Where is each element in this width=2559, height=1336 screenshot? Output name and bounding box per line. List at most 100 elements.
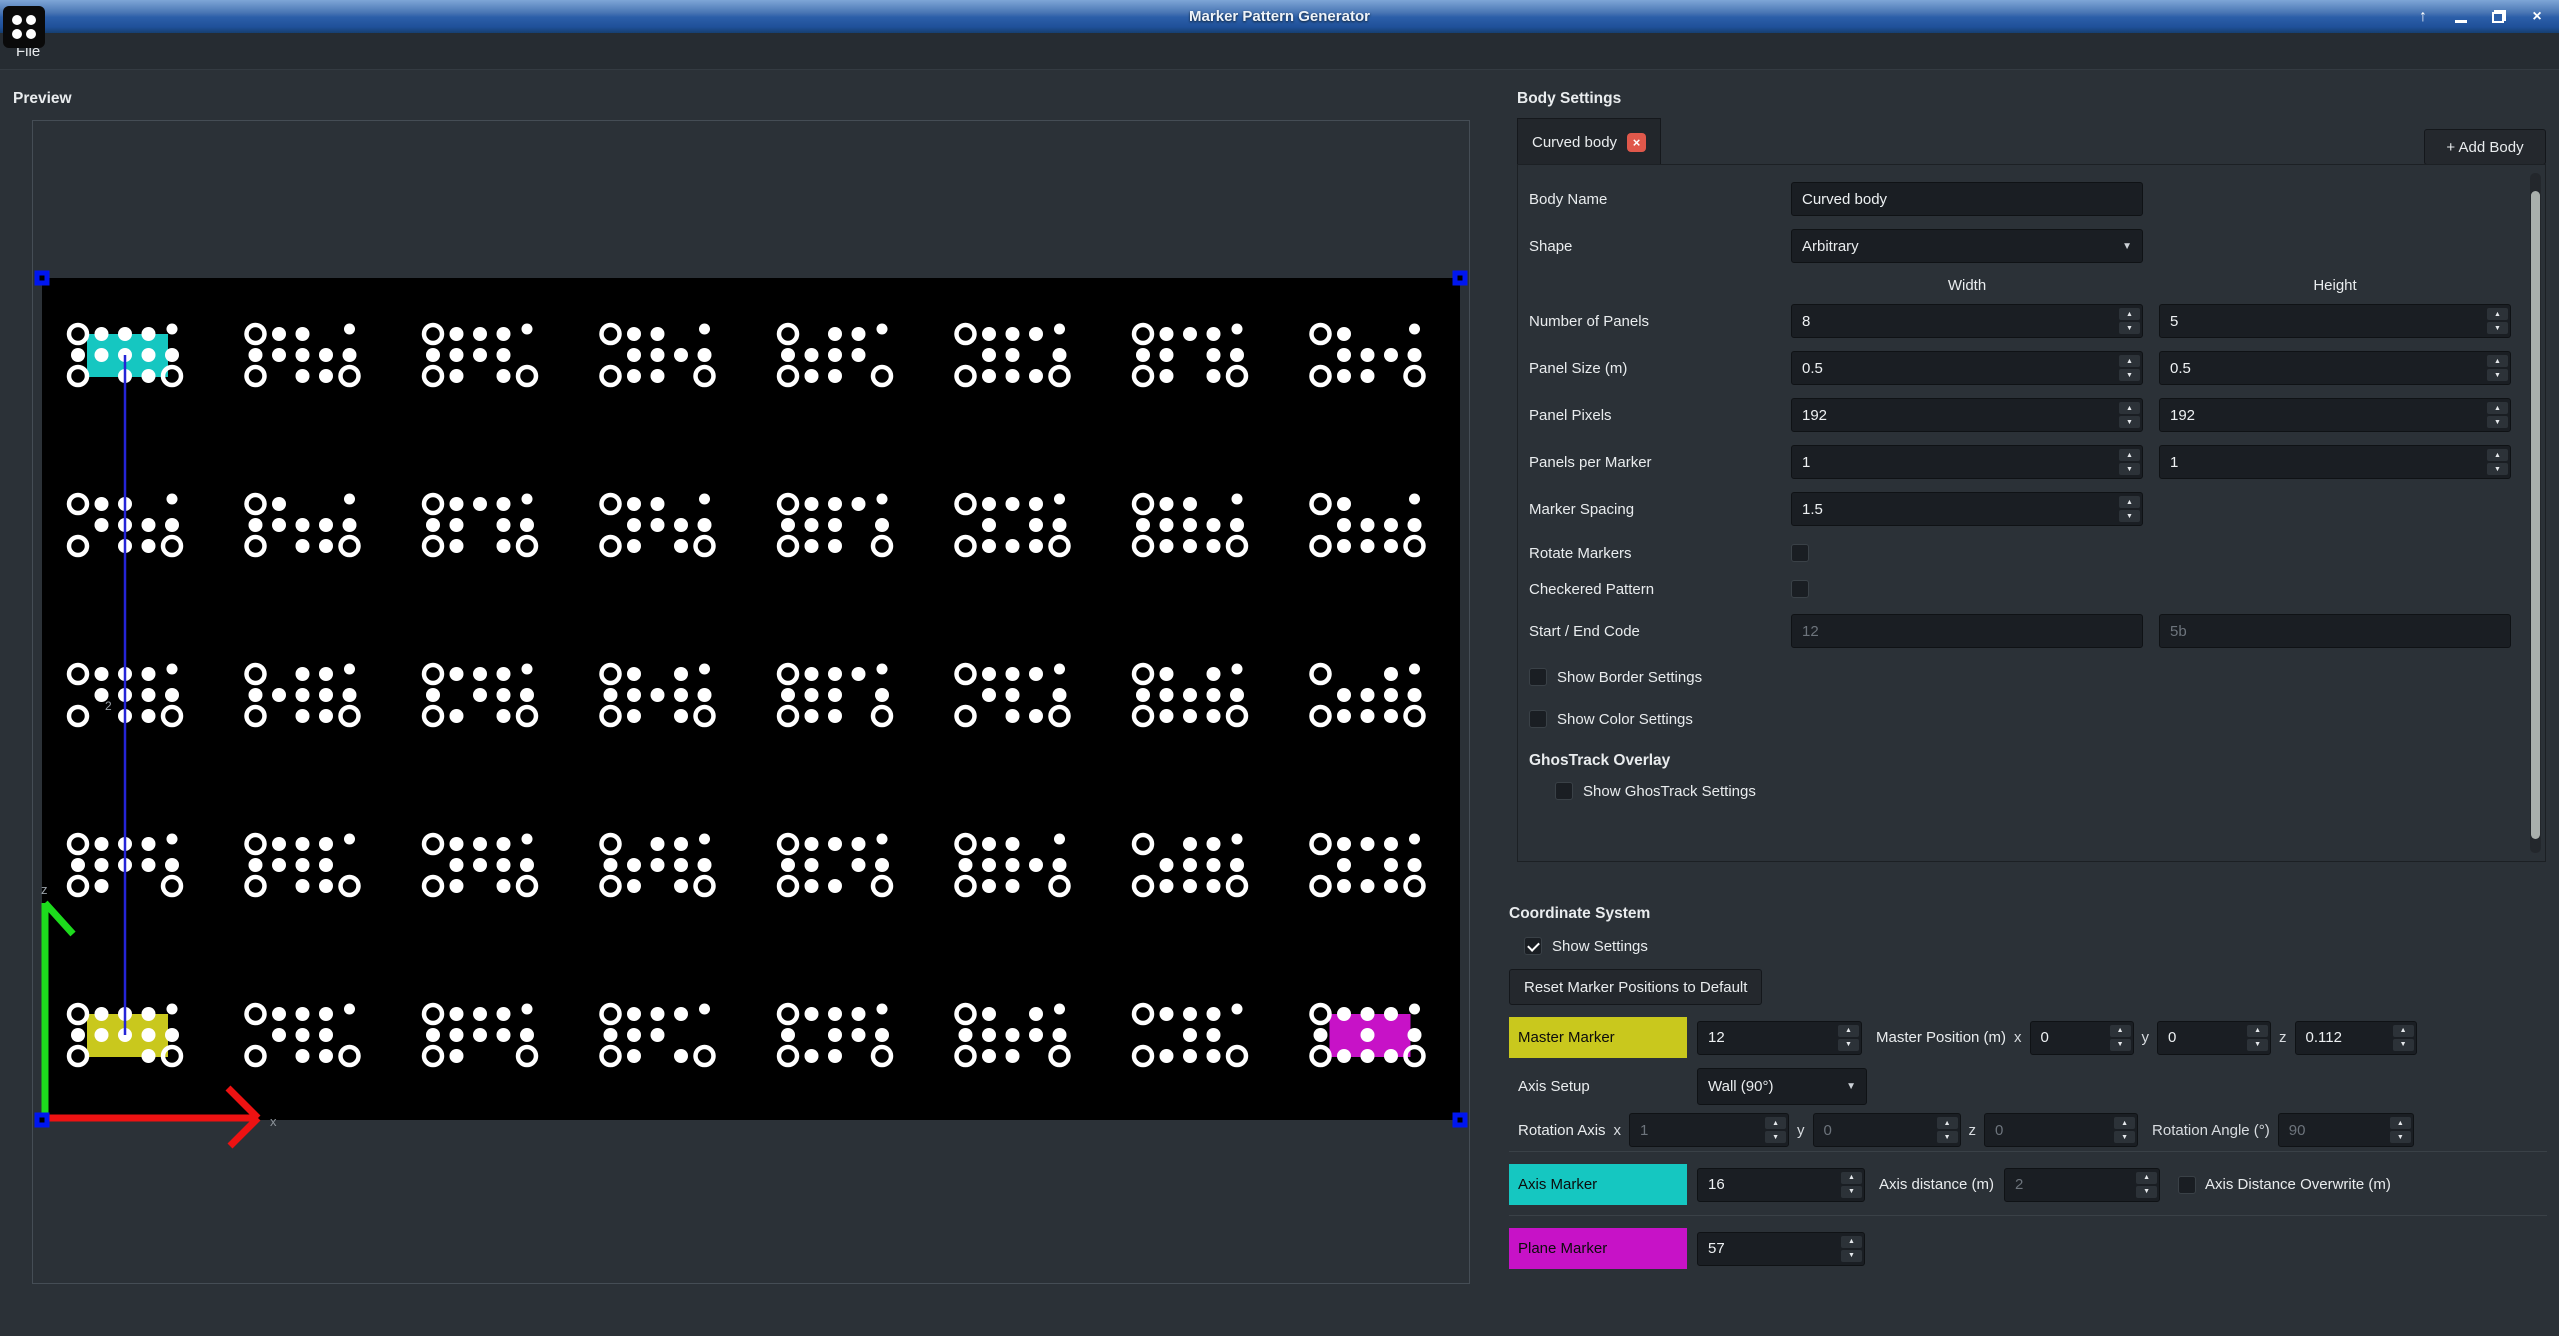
start-code-input[interactable]: 12 xyxy=(1791,614,2143,648)
marker-dot xyxy=(1160,709,1174,723)
plane-marker-id-stepper[interactable]: 57▲▼ xyxy=(1697,1232,1865,1266)
spin-down-button[interactable]: ▼ xyxy=(2487,416,2508,428)
panels-per-marker-width-stepper[interactable]: 1▲▼ xyxy=(1791,445,2143,479)
rotation-y-stepper[interactable]: 0▲▼ xyxy=(1813,1113,1961,1147)
master-x-stepper[interactable]: 0▲▼ xyxy=(2030,1021,2134,1055)
panels-per-marker-height-stepper[interactable]: 1▲▼ xyxy=(2159,445,2511,479)
panels-height-stepper[interactable]: 5▲▼ xyxy=(2159,304,2511,338)
spin-up-button[interactable]: ▲ xyxy=(2393,1025,2414,1037)
settings-scrollbar[interactable] xyxy=(2530,173,2541,853)
panel-pixels-width-stepper[interactable]: 192▲▼ xyxy=(1791,398,2143,432)
preview-canvas[interactable]: 2 z x xyxy=(42,278,1460,1120)
master-z-stepper[interactable]: 0.112▲▼ xyxy=(2295,1021,2417,1055)
spin-up-button[interactable]: ▲ xyxy=(2487,355,2508,367)
axis-distance-stepper[interactable]: 2▲▼ xyxy=(2004,1168,2160,1202)
marker-dot xyxy=(982,667,996,681)
spin-down-button[interactable]: ▼ xyxy=(2119,416,2140,428)
spin-down-button[interactable]: ▼ xyxy=(2393,1039,2414,1051)
rotation-z-stepper[interactable]: 0▲▼ xyxy=(1984,1113,2138,1147)
show-settings-checkbox[interactable] xyxy=(1524,937,1542,955)
spin-up-button[interactable]: ▲ xyxy=(2119,355,2140,367)
rotation-angle-stepper[interactable]: 90▲▼ xyxy=(2278,1113,2414,1147)
axis-distance-overwrite-checkbox[interactable] xyxy=(2178,1176,2196,1194)
spin-down-button[interactable]: ▼ xyxy=(1841,1186,1862,1198)
end-code-input[interactable]: 5b xyxy=(2159,614,2511,648)
show-color-settings-checkbox[interactable] xyxy=(1529,710,1547,728)
rotate-markers-checkbox[interactable] xyxy=(1791,544,1809,562)
spin-down-button[interactable]: ▼ xyxy=(2487,369,2508,381)
spin-down-button[interactable]: ▼ xyxy=(2119,322,2140,334)
shade-button[interactable]: ↑ xyxy=(2411,5,2435,29)
tab-close-icon[interactable]: × xyxy=(1627,133,1646,152)
spin-up-button[interactable]: ▲ xyxy=(2247,1025,2268,1037)
spin-down-button[interactable]: ▼ xyxy=(1838,1039,1859,1051)
minimize-button[interactable] xyxy=(2449,5,2473,29)
marker-dot xyxy=(1361,1028,1375,1042)
spin-up-button[interactable]: ▲ xyxy=(2114,1117,2135,1129)
panel-size-width-stepper[interactable]: 0.5▲▼ xyxy=(1791,351,2143,385)
spin-down-button[interactable]: ▼ xyxy=(2119,369,2140,381)
marker-dot xyxy=(674,1007,688,1021)
spin-down-button[interactable]: ▼ xyxy=(2487,322,2508,334)
axis-setup-dropdown[interactable]: Wall (90°) ▼ xyxy=(1697,1068,1867,1105)
marker-dot xyxy=(877,664,888,675)
spin-down-button[interactable]: ▼ xyxy=(2136,1186,2157,1198)
spin-down-button[interactable]: ▼ xyxy=(1841,1250,1862,1262)
spin-up-button[interactable]: ▲ xyxy=(2487,449,2508,461)
marker-dot xyxy=(165,688,179,702)
marker-dot xyxy=(1029,858,1043,872)
spin-up-button[interactable]: ▲ xyxy=(2487,402,2508,414)
spin-up-button[interactable]: ▲ xyxy=(2136,1172,2157,1184)
spin-down-button[interactable]: ▼ xyxy=(2110,1039,2131,1051)
maximize-button[interactable] xyxy=(2487,5,2511,29)
spin-down-button[interactable]: ▼ xyxy=(2390,1131,2411,1143)
spinbox-buttons: ▲▼ xyxy=(2117,399,2142,431)
spin-down-button[interactable]: ▼ xyxy=(2114,1131,2135,1143)
panel-pixels-height-stepper[interactable]: 192▲▼ xyxy=(2159,398,2511,432)
spin-up-button[interactable]: ▲ xyxy=(2119,402,2140,414)
marker-dot xyxy=(1006,348,1020,362)
marker-dot xyxy=(1361,709,1375,723)
show-border-settings-checkbox[interactable] xyxy=(1529,668,1547,686)
tab-curved-body[interactable]: Curved body × xyxy=(1517,118,1661,165)
spin-up-button[interactable]: ▲ xyxy=(2110,1025,2131,1037)
spin-up-button[interactable]: ▲ xyxy=(1841,1236,1862,1248)
spinbox-buttons: ▲▼ xyxy=(2108,1022,2133,1054)
reset-marker-positions-button[interactable]: Reset Marker Positions to Default xyxy=(1509,969,1762,1005)
spin-down-button[interactable]: ▼ xyxy=(1765,1131,1786,1143)
spin-down-button[interactable]: ▼ xyxy=(2119,510,2140,522)
spin-up-button[interactable]: ▲ xyxy=(2390,1117,2411,1129)
panel-size-height-stepper[interactable]: 0.5▲▼ xyxy=(2159,351,2511,385)
close-button[interactable]: × xyxy=(2525,5,2549,29)
spin-up-button[interactable]: ▲ xyxy=(2119,449,2140,461)
spin-down-button[interactable]: ▼ xyxy=(1937,1131,1958,1143)
spin-up-button[interactable]: ▲ xyxy=(2119,308,2140,320)
spinbox-value: 90 xyxy=(2279,1114,2388,1146)
spin-down-button[interactable]: ▼ xyxy=(2247,1039,2268,1051)
scrollbar-thumb[interactable] xyxy=(2531,191,2540,839)
add-body-button[interactable]: + Add Body xyxy=(2424,129,2546,165)
spin-up-button[interactable]: ▲ xyxy=(2487,308,2508,320)
marker-dot xyxy=(1207,667,1221,681)
spin-up-button[interactable]: ▲ xyxy=(1937,1117,1958,1129)
spin-down-button[interactable]: ▼ xyxy=(2119,463,2140,475)
spinbox-buttons: ▲▼ xyxy=(2388,1114,2413,1146)
body-name-input[interactable]: Curved body xyxy=(1791,182,2143,216)
spin-up-button[interactable]: ▲ xyxy=(1765,1117,1786,1129)
spin-down-button[interactable]: ▼ xyxy=(2487,463,2508,475)
spin-up-button[interactable]: ▲ xyxy=(1841,1172,1862,1184)
marker-spacing-stepper[interactable]: 1.5▲▼ xyxy=(1791,492,2143,526)
shape-dropdown[interactable]: Arbitrary ▼ xyxy=(1791,229,2143,263)
rotation-x-stepper[interactable]: 1▲▼ xyxy=(1629,1113,1789,1147)
panels-width-stepper[interactable]: 8▲▼ xyxy=(1791,304,2143,338)
axis-marker-id-stepper[interactable]: 16▲▼ xyxy=(1697,1168,1865,1202)
marker-dot xyxy=(1054,494,1065,505)
master-y-stepper[interactable]: 0▲▼ xyxy=(2157,1021,2271,1055)
spin-up-button[interactable]: ▲ xyxy=(2119,496,2140,508)
titlebar[interactable]: Marker Pattern Generator ↑ × xyxy=(0,0,2559,33)
checkered-pattern-checkbox[interactable] xyxy=(1791,580,1809,598)
marker-dot xyxy=(1409,494,1420,505)
spin-up-button[interactable]: ▲ xyxy=(1838,1025,1859,1037)
master-marker-id-stepper[interactable]: 12▲▼ xyxy=(1697,1021,1862,1055)
show-ghostrack-settings-checkbox[interactable] xyxy=(1555,782,1573,800)
